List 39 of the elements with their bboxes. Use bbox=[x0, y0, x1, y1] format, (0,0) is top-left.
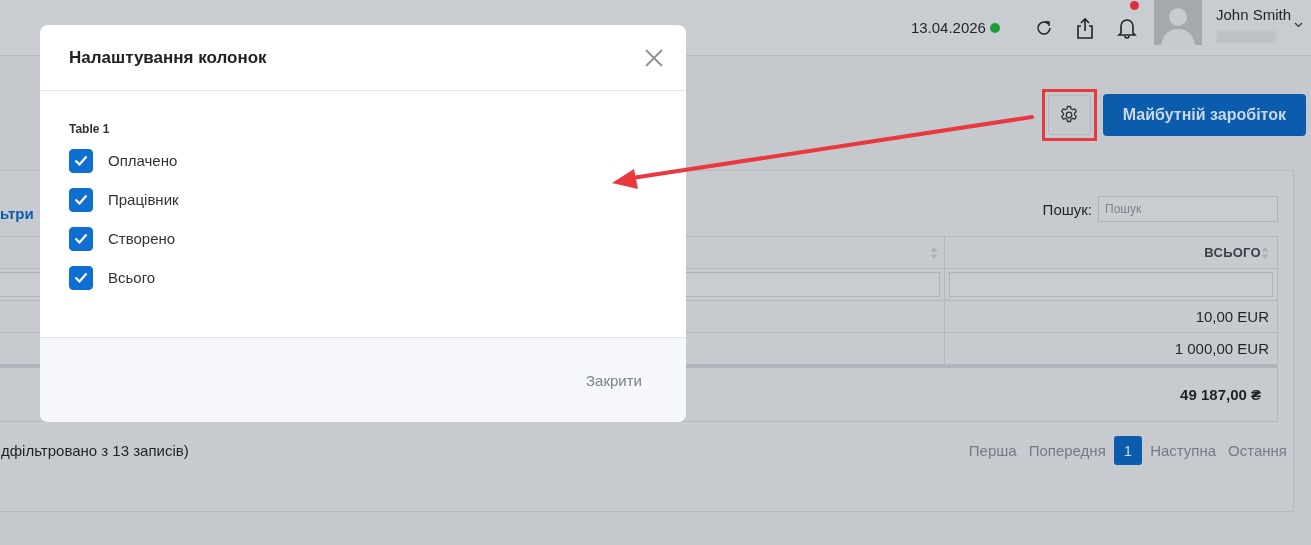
filters-link[interactable]: ьтри bbox=[0, 204, 34, 222]
option-label[interactable]: Створено bbox=[108, 230, 176, 247]
checkbox[interactable] bbox=[69, 187, 93, 212]
date-label: 13.04.2026 bbox=[910, 19, 986, 36]
records-info: дфільтровано з 13 записів) bbox=[0, 442, 189, 459]
checkbox[interactable] bbox=[69, 148, 93, 173]
settings-icon bbox=[1059, 105, 1080, 125]
user-name[interactable]: John Smith bbox=[1215, 6, 1291, 23]
total-cell: 49 187,00 ₴ bbox=[1180, 386, 1261, 403]
settings-button[interactable] bbox=[1047, 95, 1091, 135]
option-label[interactable]: Працівник bbox=[108, 191, 179, 208]
page-link[interactable]: Попередня bbox=[1024, 437, 1110, 464]
close-icon[interactable] bbox=[644, 47, 664, 68]
share-icon[interactable] bbox=[1074, 16, 1095, 39]
close-button[interactable]: Закрити bbox=[582, 367, 646, 393]
option-label[interactable]: Оплачено bbox=[108, 152, 178, 169]
caret-icon[interactable] bbox=[1294, 22, 1303, 28]
table-cell: 10,00 EUR bbox=[1195, 308, 1269, 325]
checkmark-icon bbox=[74, 233, 88, 244]
checkmark-icon bbox=[74, 272, 88, 283]
page-link[interactable]: Остання bbox=[1224, 437, 1291, 464]
group-label: Table 1 bbox=[69, 122, 111, 136]
checkbox[interactable] bbox=[69, 265, 93, 290]
column-header[interactable]: ВСЬОГО bbox=[1204, 245, 1261, 260]
bell-icon[interactable] bbox=[1116, 16, 1137, 39]
table-cell: 1 000,00 EUR bbox=[1174, 340, 1269, 357]
option-label[interactable]: Всього bbox=[108, 269, 156, 286]
modal-title: Налаштування колонок bbox=[69, 47, 267, 68]
page-link[interactable]: Наступна bbox=[1146, 437, 1221, 464]
checkbox[interactable] bbox=[69, 226, 93, 251]
checkmark-icon bbox=[74, 194, 88, 205]
page-link[interactable]: 1 bbox=[1113, 436, 1143, 465]
checkmark-icon bbox=[74, 155, 88, 166]
search-label: Пошук: bbox=[1042, 200, 1092, 218]
column-filter-field[interactable] bbox=[949, 272, 1273, 297]
page-link[interactable]: Перша bbox=[964, 437, 1021, 464]
search-field[interactable]: Пошук bbox=[1098, 196, 1278, 222]
refresh-icon[interactable] bbox=[1034, 18, 1053, 37]
future-earnings-button[interactable]: Майбутній заробіток bbox=[1102, 94, 1306, 136]
